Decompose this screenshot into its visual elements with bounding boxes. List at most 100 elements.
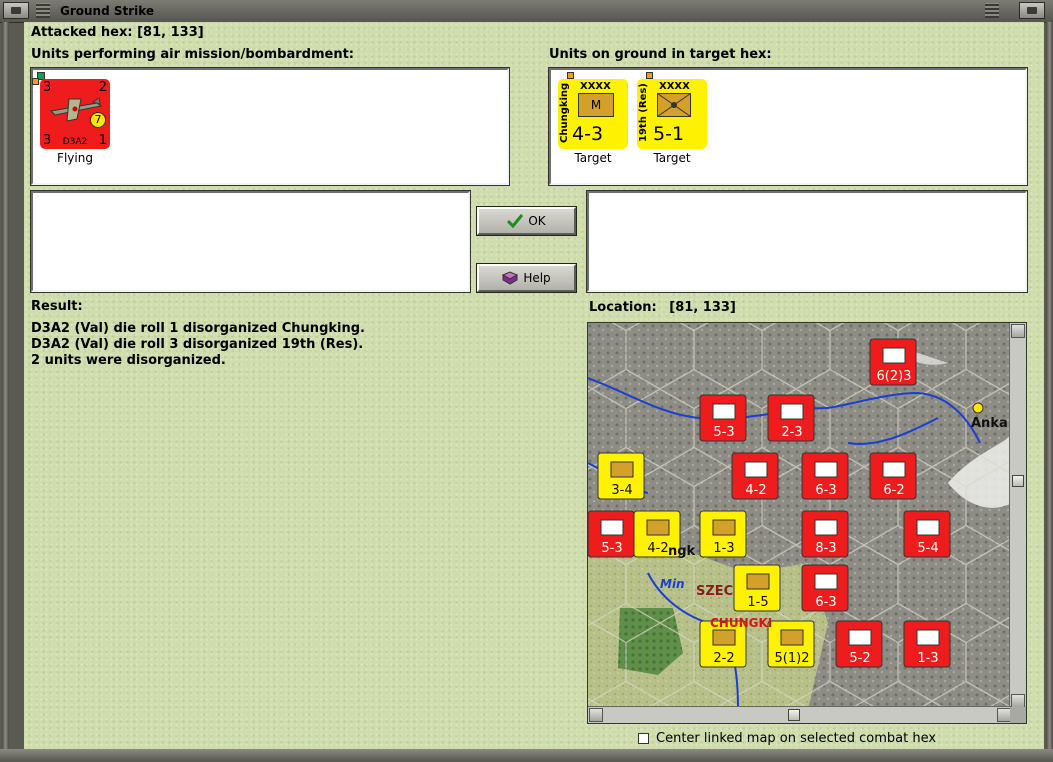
map-counter-strength: 5-3 [601,541,622,556]
help-button[interactable]: Help [476,263,577,293]
map-unit-counter[interactable]: 5-4 [903,510,951,558]
result-line: D3A2 (Val) die roll 3 disorganized 19th … [31,337,364,352]
left-info-panel [30,190,471,293]
result-line: 2 units were disorganized. [31,353,226,368]
map-counter-strength: 5-4 [917,541,938,556]
air-unit-counter: 3 2 7 D3A2 3 1 [40,79,110,149]
map-counter-symbol [780,629,804,646]
location-value: [81, 133] [669,300,736,315]
map-unit-counter[interactable]: 4-2 [731,452,779,500]
scroll-down-arrow-icon[interactable] [1011,694,1025,708]
map-unit-counter[interactable]: 5-3 [699,394,747,442]
map-unit-counter[interactable]: 1-3 [699,510,747,558]
ok-button-label: OK [528,214,546,228]
map-unit-counter[interactable]: 6-3 [801,452,849,500]
air-units-panel: 3 2 7 D3A2 3 1 Flying [30,67,510,186]
center-map-checkbox-label[interactable]: Center linked map on selected combat hex [656,731,936,746]
scroll-right-arrow-icon[interactable] [997,708,1011,722]
map-unit-counter[interactable]: 5-2 [835,620,883,668]
scroll-up-arrow-icon[interactable] [1011,324,1025,338]
map-counter-strength: 5(1)2 [775,651,810,666]
map-unit-counter[interactable]: 1-5 [733,564,781,612]
mountain-unit-icon: M [578,93,614,117]
unit-marker-dot [646,72,653,79]
air-unit-d3a2[interactable]: 3 2 7 D3A2 3 1 Flying [32,72,118,175]
status-bar [0,749,1053,762]
ground-counter-size: XXXX [659,81,690,92]
map-unit-counter[interactable]: 1-3 [903,620,951,668]
air-units-heading: Units performing air mission/bombardment… [31,47,355,62]
map-counter-strength: 1-3 [917,651,938,666]
map-horizontal-scrollbar[interactable] [588,706,1012,723]
map-unit-counter[interactable]: 5(1)2 [767,620,815,668]
map-label-ngk: ngk [668,544,696,559]
map-label-szech: SZEC [696,584,733,599]
map-counter-strength: 6-2 [883,483,904,498]
attacked-hex-label: Attacked hex: [31,25,133,40]
attacked-hex-row: Attacked hex: [81, 133] [31,25,204,40]
ground-counter-name: Chungking [559,82,570,143]
map-counter-symbol [916,519,940,536]
ground-unit-19th-res[interactable]: 19th (Res) XXXX 5-1 Target [635,72,715,175]
map-counter-symbol [712,629,736,646]
air-unit-status: Flying [57,151,93,165]
hex-map[interactable]: 6(2)3 5-3 2-3 3-4 4-2 6-3 6-2 5-3 4-2 1-3 8-3 5-4 1-… [588,323,1012,709]
scroll-corner [1010,707,1026,723]
result-line: D3A2 (Val) die roll 1 disorganized Chung… [31,321,365,336]
infantry-reserve-icon [657,93,691,117]
map-counter-symbol [646,519,670,536]
right-frame [1046,22,1053,749]
air-counter-badge: 7 [90,112,106,128]
unit-marker-dot [567,72,574,79]
air-counter-bottom-right: 1 [98,133,107,148]
map-counter-symbol [882,347,906,364]
map-unit-counter[interactable]: 3-4 [597,452,645,500]
location-row: Location: [81, 133] [589,300,736,315]
map-counter-symbol [712,403,736,420]
ground-units-heading: Units on ground in target hex: [549,47,772,62]
right-info-panel [586,190,1028,293]
map-counter-strength: 5-2 [849,651,870,666]
ground-counter-name: 19th (Res) [638,83,649,143]
map-counter-symbol [814,461,838,478]
ground-unit-status: Target [574,151,612,165]
map-vertical-scrollbar[interactable] [1009,323,1026,709]
map-counter-symbol [712,519,736,536]
map-counter-symbol [814,519,838,536]
title-grip-right [985,3,999,18]
map-label-ankang: Anka [971,416,1008,431]
map-counter-symbol [780,403,804,420]
ok-button[interactable]: OK [476,206,577,236]
dialog-content: Attacked hex: [81, 133] Units performing… [24,22,1044,749]
ground-unit-status: Target [653,151,691,165]
center-map-checkbox[interactable] [638,733,649,744]
map-unit-counter[interactable]: 5-3 [588,510,635,558]
map-unit-counter[interactable]: 8-3 [801,510,849,558]
location-map[interactable]: 6(2)3 5-3 2-3 3-4 4-2 6-3 6-2 5-3 4-2 1-3 8-3 5-4 1-… [587,322,1027,724]
map-unit-counter[interactable]: 6-2 [869,452,917,500]
result-heading: Result: [31,299,83,314]
air-counter-bottom-left: 3 [43,133,52,148]
map-counter-strength: 2-2 [713,651,734,666]
air-counter-top-right: 2 [98,80,107,95]
close-window-button[interactable] [1019,2,1045,19]
check-icon [507,214,524,228]
ground-unit-chungking[interactable]: Chungking XXXX M 4-3 Target [556,72,636,175]
horizontal-scroll-thumb[interactable] [788,709,800,721]
system-menu-button[interactable] [3,2,29,19]
map-counter-strength: 6(2)3 [877,369,912,384]
map-counter-symbol [916,629,940,646]
vertical-scroll-thumb[interactable] [1012,475,1024,487]
attacked-hex-value: [81, 133] [137,25,204,40]
title-grip [36,3,50,18]
map-counter-strength: 4-2 [745,483,766,498]
unit-marker-dot [32,78,39,85]
map-counter-strength: 4-2 [647,541,668,556]
title-bar: Ground Strike [0,0,1053,23]
scroll-left-arrow-icon[interactable] [589,708,603,722]
map-unit-counter[interactable]: 6-3 [801,564,849,612]
map-label-min: Min [660,577,685,591]
map-unit-counter[interactable]: 6(2)3 [869,338,917,386]
map-counter-symbol [610,461,634,478]
map-unit-counter[interactable]: 2-3 [767,394,815,442]
